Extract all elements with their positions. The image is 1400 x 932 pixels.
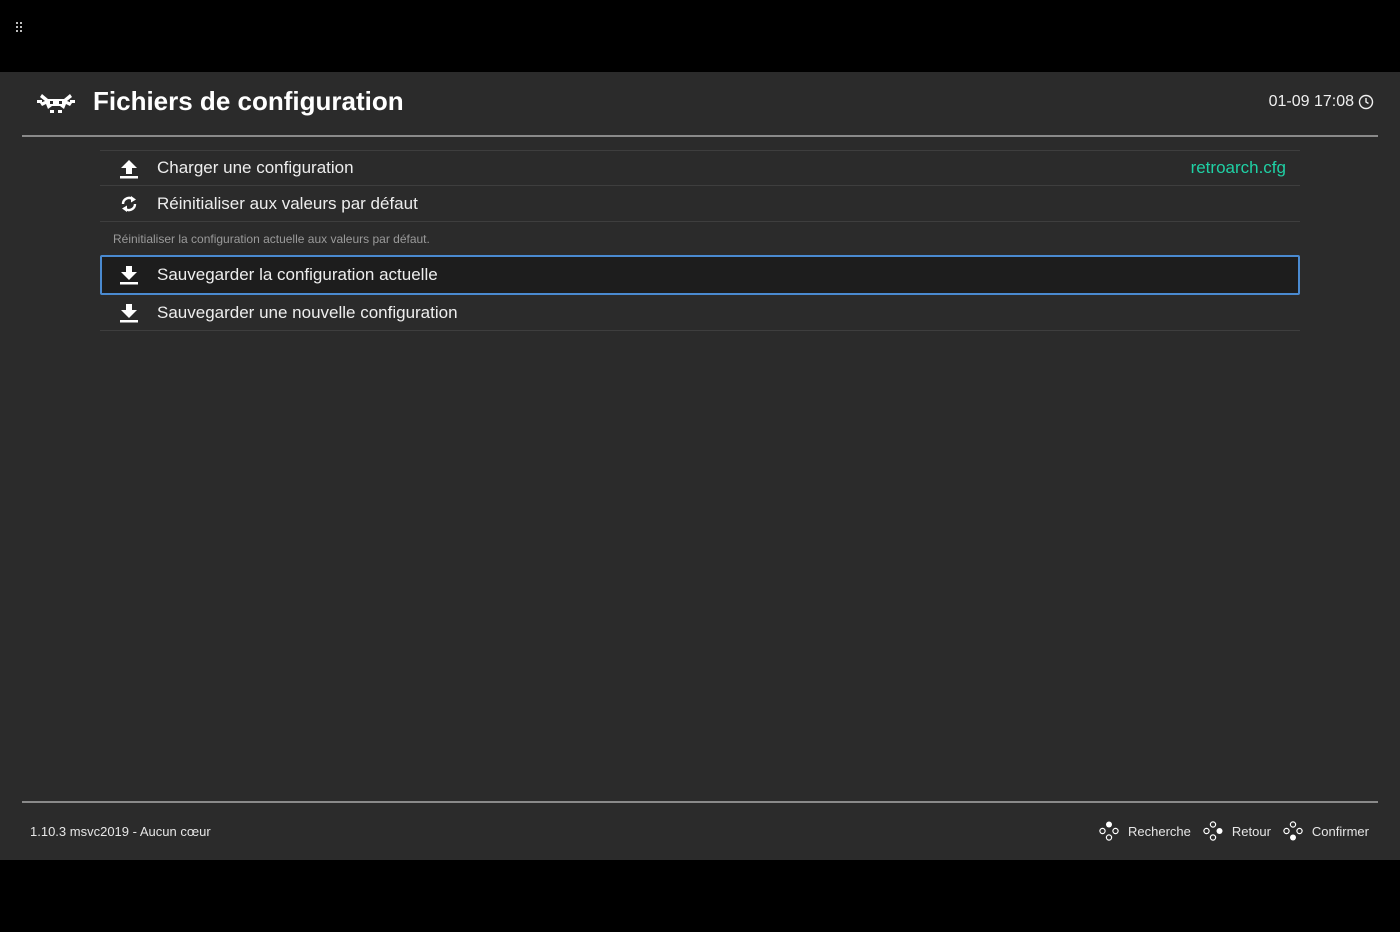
window-top-bar	[0, 0, 1400, 72]
menu-item-save-current-config[interactable]: Sauvegarder la configuration actuelle	[100, 255, 1300, 295]
hint-search[interactable]: Recherche	[1099, 821, 1191, 841]
menu-item-save-new-config[interactable]: Sauvegarder une nouvelle configuration	[100, 295, 1300, 331]
page-title: Fichiers de configuration	[93, 86, 404, 116]
version-info: 1.10.3 msvc2019 - Aucun cœur	[30, 824, 211, 839]
upload-icon	[120, 160, 138, 179]
download-icon	[120, 304, 138, 323]
hint-label: Retour	[1231, 823, 1271, 839]
footer: 1.10.3 msvc2019 - Aucun cœur Recherche R…	[22, 801, 1378, 862]
menu-item-load-config[interactable]: Charger une configuration retroarch.cfg	[100, 150, 1300, 186]
clock: 01-09 17:08	[1269, 93, 1374, 111]
header: Fichiers de configuration 01-09 17:08	[22, 72, 1378, 137]
menu-item-reset-defaults[interactable]: Réinitialiser aux valeurs par défaut	[100, 186, 1300, 222]
hint-label: Recherche	[1128, 823, 1191, 839]
hint-confirm[interactable]: Confirmer	[1283, 821, 1369, 841]
menu-item-description: Réinitialiser la configuration actuelle …	[113, 232, 430, 246]
hint-label: Confirmer	[1311, 823, 1369, 839]
refresh-icon	[121, 196, 137, 212]
button-hints: Recherche Retour Confirmer	[1099, 821, 1369, 841]
drag-grip-icon[interactable]	[15, 21, 23, 35]
gamepad-button-top-icon	[1099, 821, 1119, 841]
gamepad-button-bottom-icon	[1283, 821, 1303, 841]
menu-item-value: retroarch.cfg	[1190, 158, 1286, 177]
retroarch-screen: Fichiers de configuration 01-09 17:08 Ch…	[0, 72, 1400, 860]
download-icon	[120, 266, 138, 285]
window-bottom-bar	[0, 860, 1400, 932]
menu-item-label: Sauvegarder la configuration actuelle	[157, 265, 438, 284]
settings-menu: Charger une configuration retroarch.cfg …	[100, 150, 1300, 331]
clock-text: 01-09 17:08	[1268, 93, 1354, 110]
menu-item-label: Réinitialiser aux valeurs par défaut	[157, 193, 418, 213]
gamepad-button-right-icon	[1203, 821, 1223, 841]
hint-back[interactable]: Retour	[1203, 821, 1271, 841]
retroarch-logo-icon	[37, 94, 75, 113]
menu-item-label: Sauvegarder une nouvelle configuration	[157, 302, 458, 322]
clock-icon	[1358, 94, 1374, 110]
menu-item-label: Charger une configuration	[157, 158, 354, 177]
